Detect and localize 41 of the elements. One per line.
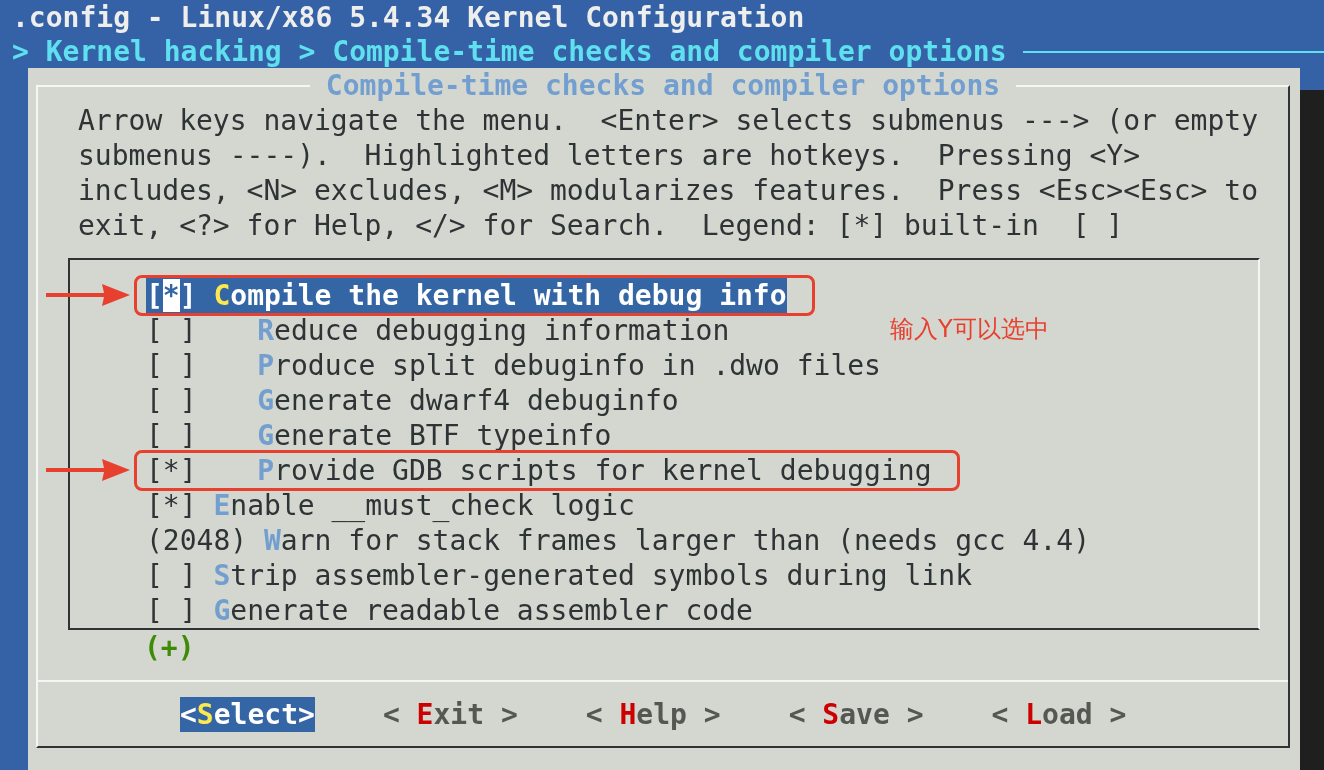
option-label: P roduce split debuginfo in .dwo files	[257, 348, 881, 383]
dialog-button[interactable]: < Help >	[585, 697, 721, 732]
option-label: Warn for stack frames larger than (needs gcc 4.4)	[264, 523, 1090, 558]
menu-row[interactable]: [*] Compile the kernel with debug info	[146, 278, 787, 313]
menu-row[interactable]: [ ] Strip assembler-generated symbols during link	[146, 558, 972, 593]
menu-row[interactable]: [ ] Reduce debugging information	[146, 313, 730, 348]
option-value[interactable]: [ ]	[146, 383, 197, 418]
dialog-button[interactable]: < Save >	[788, 697, 924, 732]
option-label: Reduce debugging information	[257, 313, 730, 348]
arrow-icon	[46, 457, 130, 483]
option-value[interactable]: [ ]	[146, 558, 197, 593]
dialog-button[interactable]: <Select>	[180, 697, 315, 732]
dialog-button[interactable]: < Load >	[991, 697, 1127, 732]
option-label: P rovide GDB scripts for kernel debugging	[257, 453, 932, 488]
menu-row[interactable]: [ ] Generate dwarf4 debuginfo	[146, 383, 679, 418]
option-value[interactable]: [ ]	[146, 348, 197, 383]
option-label: Enable __must_check logic	[213, 488, 635, 523]
arrow-icon	[46, 282, 130, 308]
option-value[interactable]: (2048)	[146, 523, 248, 558]
option-label: Generate dwarf4 debuginfo	[257, 383, 679, 418]
option-label: Generate BTF typeinfo	[257, 418, 612, 453]
option-value[interactable]: [*]	[146, 453, 197, 488]
option-label: Strip assembler-generated symbols during link	[213, 558, 972, 593]
option-value[interactable]: [ ]	[146, 593, 197, 628]
option-value[interactable]: [ ]	[146, 418, 197, 453]
menu-row[interactable]: [*] Enable __must_check logic	[146, 488, 635, 523]
menu-row[interactable]: [*] P rovide GDB scripts for kernel debugging	[146, 453, 932, 488]
dialog-button[interactable]: < Exit >	[382, 697, 518, 732]
option-value[interactable]: [*]	[146, 488, 197, 523]
breadcrumb: > Kernel hacking > Compile-time checks and compiler options	[12, 34, 1007, 69]
menu-row[interactable]: [ ] Generate readable assembler code	[146, 593, 753, 628]
option-value[interactable]: [*]	[146, 278, 197, 313]
menu-row[interactable]: [ ] Generate BTF typeinfo	[146, 418, 612, 453]
window-title: .config - Linux/x86 5.4.34 Kernel Configuration	[12, 1, 805, 34]
menu-row[interactable]: [ ] P roduce split debuginfo in .dwo files	[146, 348, 881, 383]
annotation-note: 输入Y可以选中	[890, 314, 1049, 345]
menu-row[interactable]: (2048) Warn for stack frames larger than (needs gcc 4.4)	[146, 523, 1090, 558]
option-label: Compile the kernel with debug info	[213, 278, 787, 313]
option-label: Generate readable assembler code	[213, 593, 753, 628]
option-value[interactable]: [ ]	[146, 313, 197, 348]
help-text: Arrow keys navigate the menu. <Enter> selects submenus ---> (or empty submenus ----). Highlighted letters are hotkeys. Pressing <Y> includes, <N> excludes, <M> modularizes features. Press <Esc><Esc> to exit, <?> for Help, </> for Search. Legend: [*] built-in [ ]	[78, 103, 1259, 243]
